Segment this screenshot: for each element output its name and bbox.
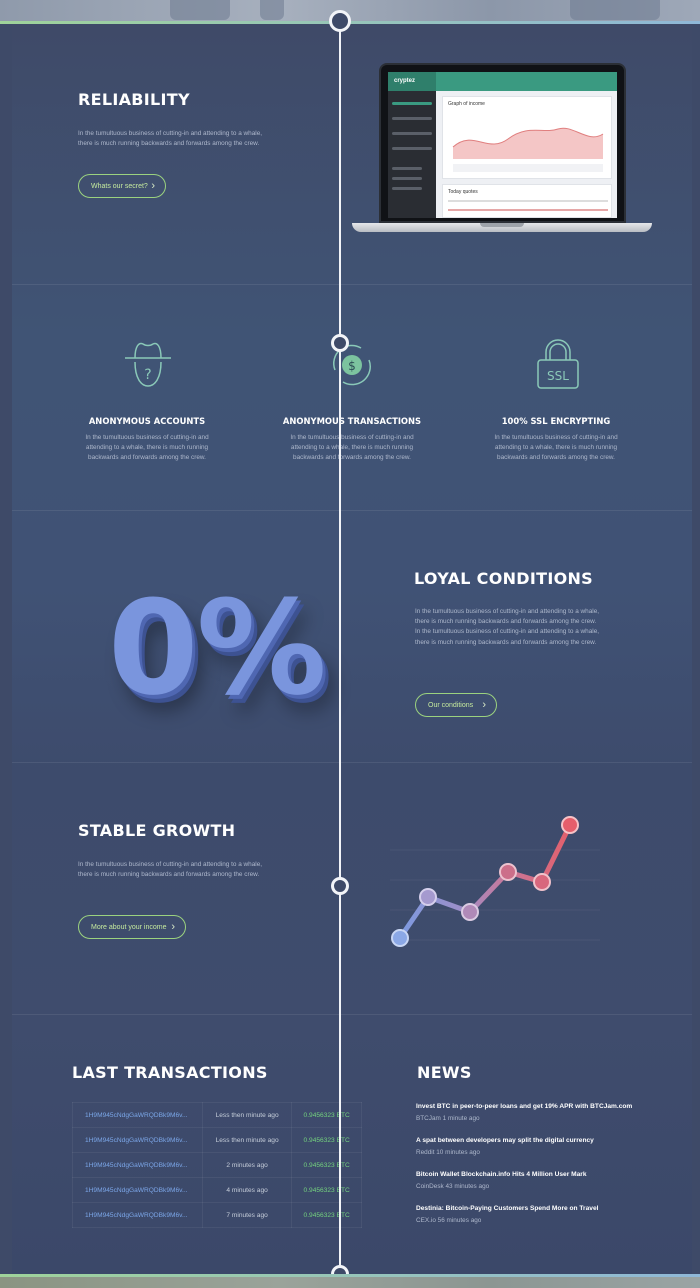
more-about-income-button[interactable]: More about your income ›	[78, 915, 186, 939]
chevron-right-icon: ›	[151, 180, 155, 192]
news-headline[interactable]: Bitcoin Wallet Blockchain.info Hits 4 Mi…	[416, 1170, 656, 1180]
table-row: 1H9M945cNdgGaWRQDBk9M6v... Less then min…	[72, 1127, 362, 1153]
svg-text:?: ?	[144, 367, 151, 383]
svg-text:$: $	[348, 359, 356, 373]
button-label: Whats our secret?	[91, 182, 148, 190]
news-item[interactable]: Invest BTC in peer-to-peer loans and get…	[416, 1102, 656, 1124]
button-label: Our conditions	[428, 701, 474, 709]
section-divider	[12, 762, 692, 763]
button-label: More about your income	[91, 923, 167, 931]
feature-text: In the tumultuous business of cutting-in…	[494, 434, 618, 462]
quotes-title: Today quotes	[448, 189, 478, 195]
app-sidebar	[388, 72, 436, 218]
news-meta: CoinDesk 43 minutes ago	[416, 1183, 490, 1190]
tx-amount: 0.9456323 BTC	[291, 1102, 362, 1128]
section-divider	[12, 284, 692, 285]
tx-amount: 0.9456323 BTC	[291, 1152, 362, 1178]
table-row: 1H9M945cNdgGaWRQDBk9M6v... 7 minutes ago…	[72, 1202, 362, 1228]
quotes-card: Today quotes	[442, 184, 612, 218]
hero-decor	[170, 0, 230, 20]
news-title: NEWS	[417, 1063, 472, 1082]
laptop-notch	[480, 223, 524, 227]
growth-text: In the tumultuous business of cutting-in…	[78, 861, 263, 879]
sidebar-item	[392, 102, 432, 105]
app-logo: cryptez	[388, 72, 436, 91]
sidebar-item	[392, 117, 432, 120]
timeline-line	[339, 20, 341, 1275]
laptop-screenshot: cryptez Graph of income Today quotes	[352, 63, 652, 238]
tx-time: Less then minute ago	[201, 1127, 293, 1153]
chevron-right-icon: ›	[482, 699, 486, 711]
sidebar-item	[392, 147, 432, 150]
tx-address-link[interactable]: 1H9M945cNdgGaWRQDBk9M6v...	[72, 1127, 203, 1153]
graph-title: Graph of income	[448, 101, 485, 107]
growth-line-illustration	[390, 816, 600, 947]
news-item[interactable]: Bitcoin Wallet Blockchain.info Hits 4 Mi…	[416, 1170, 656, 1192]
tx-time: 4 minutes ago	[201, 1177, 293, 1203]
timeline-node[interactable]	[331, 334, 349, 352]
ssl-lock-icon: SSL	[537, 339, 579, 389]
section-divider	[12, 510, 692, 511]
table-row: 1H9M945cNdgGaWRQDBk9M6v... 2 minutes ago…	[72, 1152, 362, 1178]
sidebar-item	[392, 187, 422, 190]
sidebar-item	[392, 167, 422, 170]
quotes-row	[448, 209, 608, 211]
news-headline[interactable]: Destinia: Bitcoin-Paying Customers Spend…	[416, 1204, 656, 1214]
tx-time: 7 minutes ago	[201, 1202, 293, 1228]
tx-address-link[interactable]: 1H9M945cNdgGaWRQDBk9M6v...	[72, 1202, 203, 1228]
laptop-screen: cryptez Graph of income Today quotes	[388, 72, 617, 218]
tx-amount: 0.9456323 BTC	[291, 1202, 362, 1228]
our-conditions-button[interactable]: Our conditions ›	[415, 693, 497, 717]
tx-address-link[interactable]: 1H9M945cNdgGaWRQDBk9M6v...	[72, 1152, 203, 1178]
income-graph	[452, 127, 604, 172]
zero-percent-graphic: 0%	[108, 572, 327, 724]
table-row: 1H9M945cNdgGaWRQDBk9M6v... 4 minutes ago…	[72, 1177, 362, 1203]
news-meta: CEX.io 56 minutes ago	[416, 1217, 482, 1224]
quotes-row	[448, 200, 608, 202]
feature-text: In the tumultuous business of cutting-in…	[290, 434, 414, 462]
growth-title: STABLE GROWTH	[78, 821, 236, 840]
app-topbar	[436, 72, 617, 91]
svg-text:SSL: SSL	[547, 369, 569, 383]
feature-text: In the tumultuous business of cutting-in…	[85, 434, 209, 462]
reliability-title: RELIABILITY	[78, 90, 190, 109]
timeline-node[interactable]	[329, 10, 351, 32]
transactions-title: LAST TRANSACTIONS	[72, 1063, 268, 1082]
news-meta: BTCJam 1 minute ago	[416, 1115, 480, 1122]
tx-amount: 0.9456323 BTC	[291, 1127, 362, 1153]
footer-background-strip	[0, 1274, 700, 1288]
feature-title: ANONYMOUS TRANSACTIONS	[282, 416, 422, 426]
loyal-text: In the tumultuous business of cutting-in…	[415, 608, 600, 646]
transactions-table: 1H9M945cNdgGaWRQDBk9M6v... Less then min…	[72, 1102, 362, 1228]
section-divider	[12, 1014, 692, 1015]
table-row: 1H9M945cNdgGaWRQDBk9M6v... Less then min…	[72, 1102, 362, 1128]
tx-address-link[interactable]: 1H9M945cNdgGaWRQDBk9M6v...	[72, 1102, 203, 1128]
chevron-right-icon: ›	[171, 921, 175, 933]
accent-line	[0, 1274, 700, 1277]
news-item[interactable]: A spat between developers may split the …	[416, 1136, 656, 1158]
tx-address-link[interactable]: 1H9M945cNdgGaWRQDBk9M6v...	[72, 1177, 203, 1203]
whats-our-secret-button[interactable]: Whats our secret? ›	[78, 174, 166, 198]
tx-amount: 0.9456323 BTC	[291, 1177, 362, 1203]
reliability-text: In the tumultuous business of cutting-in…	[78, 130, 263, 148]
hero-decor	[260, 0, 284, 20]
sidebar-item	[392, 177, 422, 180]
feature-title: ANONYMOUS ACCOUNTS	[88, 416, 206, 426]
laptop-lid: cryptez Graph of income Today quotes	[379, 63, 626, 223]
news-meta: Reddit 10 minutes ago	[416, 1149, 480, 1156]
loyal-title: LOYAL CONDITIONS	[414, 569, 594, 588]
sidebar-item	[392, 132, 432, 135]
feature-title: 100% SSL ENCRYPTING	[501, 416, 611, 426]
news-headline[interactable]: Invest BTC in peer-to-peer loans and get…	[416, 1102, 656, 1112]
laptop-base	[352, 223, 652, 232]
anonymous-hat-icon: ?	[125, 342, 171, 387]
news-headline[interactable]: A spat between developers may split the …	[416, 1136, 656, 1146]
tx-time: 2 minutes ago	[201, 1152, 293, 1178]
news-item[interactable]: Destinia: Bitcoin-Paying Customers Spend…	[416, 1204, 656, 1226]
income-graph-card: Graph of income	[442, 96, 612, 179]
tx-time: Less then minute ago	[201, 1102, 293, 1128]
timeline-node[interactable]	[331, 877, 349, 895]
hero-decor	[570, 0, 660, 20]
